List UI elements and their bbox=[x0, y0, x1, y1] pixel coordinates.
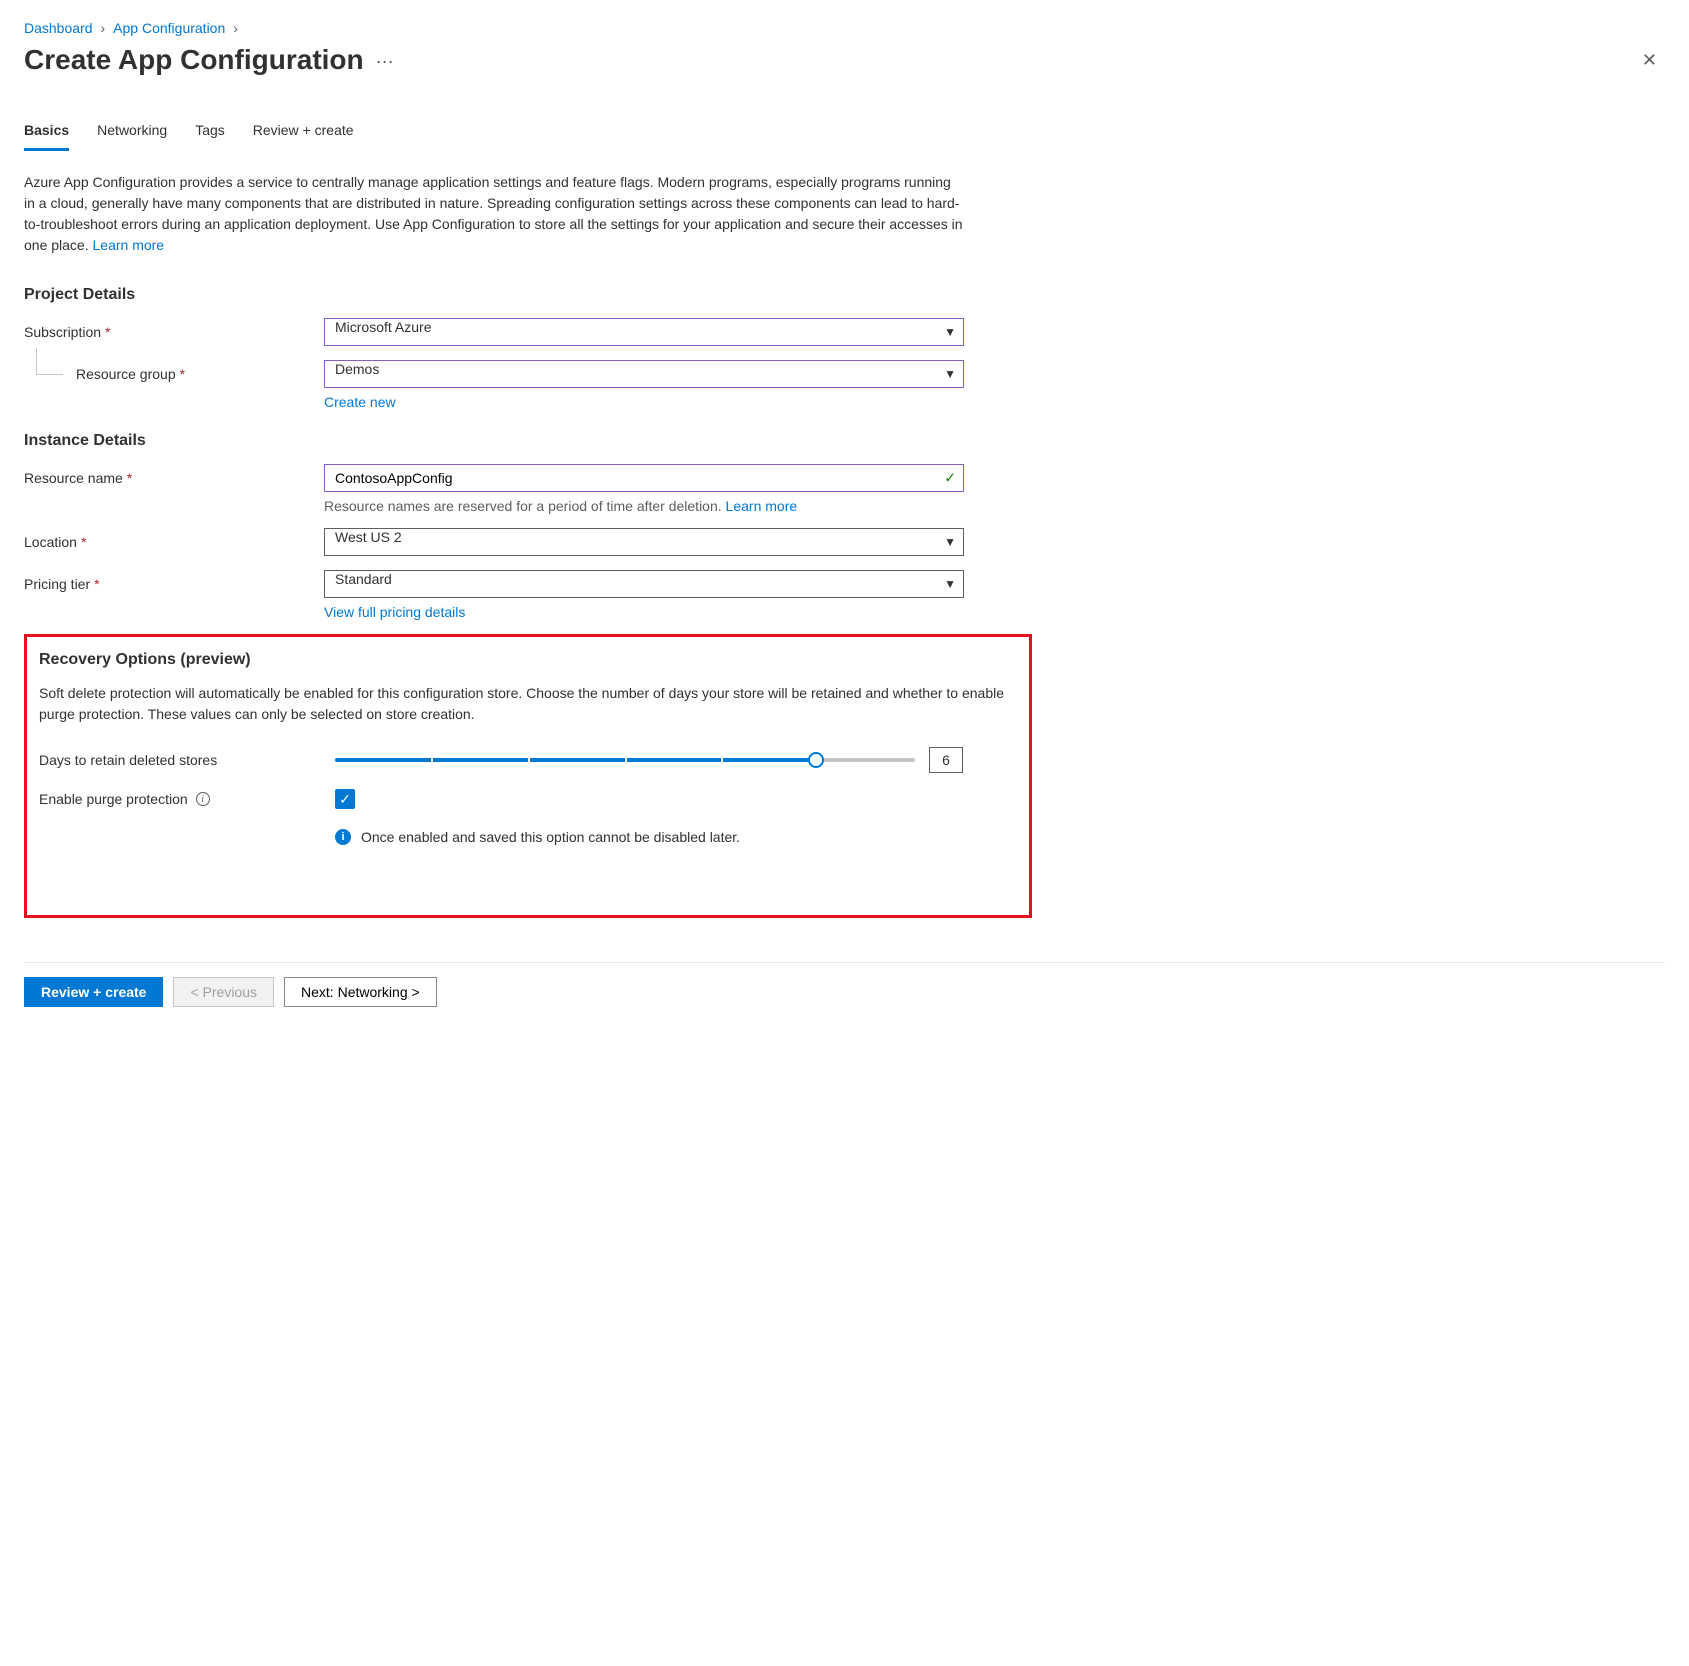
slider-thumb[interactable] bbox=[808, 752, 824, 768]
info-filled-icon: i bbox=[335, 829, 351, 845]
close-icon[interactable]: ✕ bbox=[1634, 46, 1665, 75]
label-resource-group: Resource group* bbox=[24, 366, 324, 382]
page-title: Create App Configuration bbox=[24, 44, 364, 76]
label-days-retain: Days to retain deleted stores bbox=[39, 752, 335, 768]
label-pricing-tier: Pricing tier* bbox=[24, 576, 324, 592]
resource-name-input[interactable] bbox=[324, 464, 964, 492]
tab-tags[interactable]: Tags bbox=[195, 116, 225, 151]
retention-days-value[interactable]: 6 bbox=[929, 747, 963, 773]
label-enable-purge: Enable purge protection i bbox=[39, 791, 335, 807]
resource-name-helper: Resource names are reserved for a period… bbox=[324, 498, 1064, 514]
chevron-right-icon: › bbox=[233, 20, 238, 36]
previous-button: < Previous bbox=[173, 977, 274, 1007]
recovery-description: Soft delete protection will automaticall… bbox=[39, 683, 1017, 725]
heading-project-details: Project Details bbox=[24, 286, 1064, 304]
breadcrumb: Dashboard › App Configuration › bbox=[24, 20, 1665, 36]
heading-instance-details: Instance Details bbox=[24, 432, 1064, 450]
tab-networking[interactable]: Networking bbox=[97, 116, 167, 151]
retention-days-slider[interactable] bbox=[335, 758, 915, 762]
resource-name-learn-more-link[interactable]: Learn more bbox=[726, 498, 798, 514]
review-create-button[interactable]: Review + create bbox=[24, 977, 163, 1007]
pricing-tier-select[interactable]: Standard bbox=[324, 570, 964, 598]
intro-text: Azure App Configuration provides a servi… bbox=[24, 172, 964, 256]
breadcrumb-dashboard[interactable]: Dashboard bbox=[24, 20, 93, 36]
tab-basics[interactable]: Basics bbox=[24, 116, 69, 151]
more-icon[interactable]: ⋯ bbox=[376, 49, 395, 71]
view-pricing-link[interactable]: View full pricing details bbox=[324, 604, 465, 620]
footer-actions: Review + create < Previous Next: Network… bbox=[24, 962, 1665, 1021]
label-subscription: Subscription* bbox=[24, 324, 324, 340]
recovery-options-section: Recovery Options (preview) Soft delete p… bbox=[24, 634, 1032, 918]
purge-warning-text: Once enabled and saved this option canno… bbox=[361, 829, 740, 845]
next-networking-button[interactable]: Next: Networking > bbox=[284, 977, 437, 1007]
label-resource-name: Resource name* bbox=[24, 470, 324, 486]
tabs: Basics Networking Tags Review + create bbox=[24, 116, 1064, 152]
location-select[interactable]: West US 2 bbox=[324, 528, 964, 556]
info-icon[interactable]: i bbox=[196, 792, 210, 806]
resource-group-select[interactable]: Demos bbox=[324, 360, 964, 388]
label-location: Location* bbox=[24, 534, 324, 550]
create-new-rg-link[interactable]: Create new bbox=[324, 394, 396, 410]
heading-recovery: Recovery Options (preview) bbox=[39, 651, 1017, 669]
tab-review[interactable]: Review + create bbox=[253, 116, 354, 151]
purge-protection-checkbox[interactable]: ✓ bbox=[335, 789, 355, 809]
chevron-right-icon: › bbox=[101, 20, 106, 36]
intro-learn-more-link[interactable]: Learn more bbox=[93, 237, 165, 253]
purge-warning-row: i Once enabled and saved this option can… bbox=[335, 829, 1017, 845]
breadcrumb-appconfig[interactable]: App Configuration bbox=[113, 20, 225, 36]
subscription-select[interactable]: Microsoft Azure bbox=[324, 318, 964, 346]
